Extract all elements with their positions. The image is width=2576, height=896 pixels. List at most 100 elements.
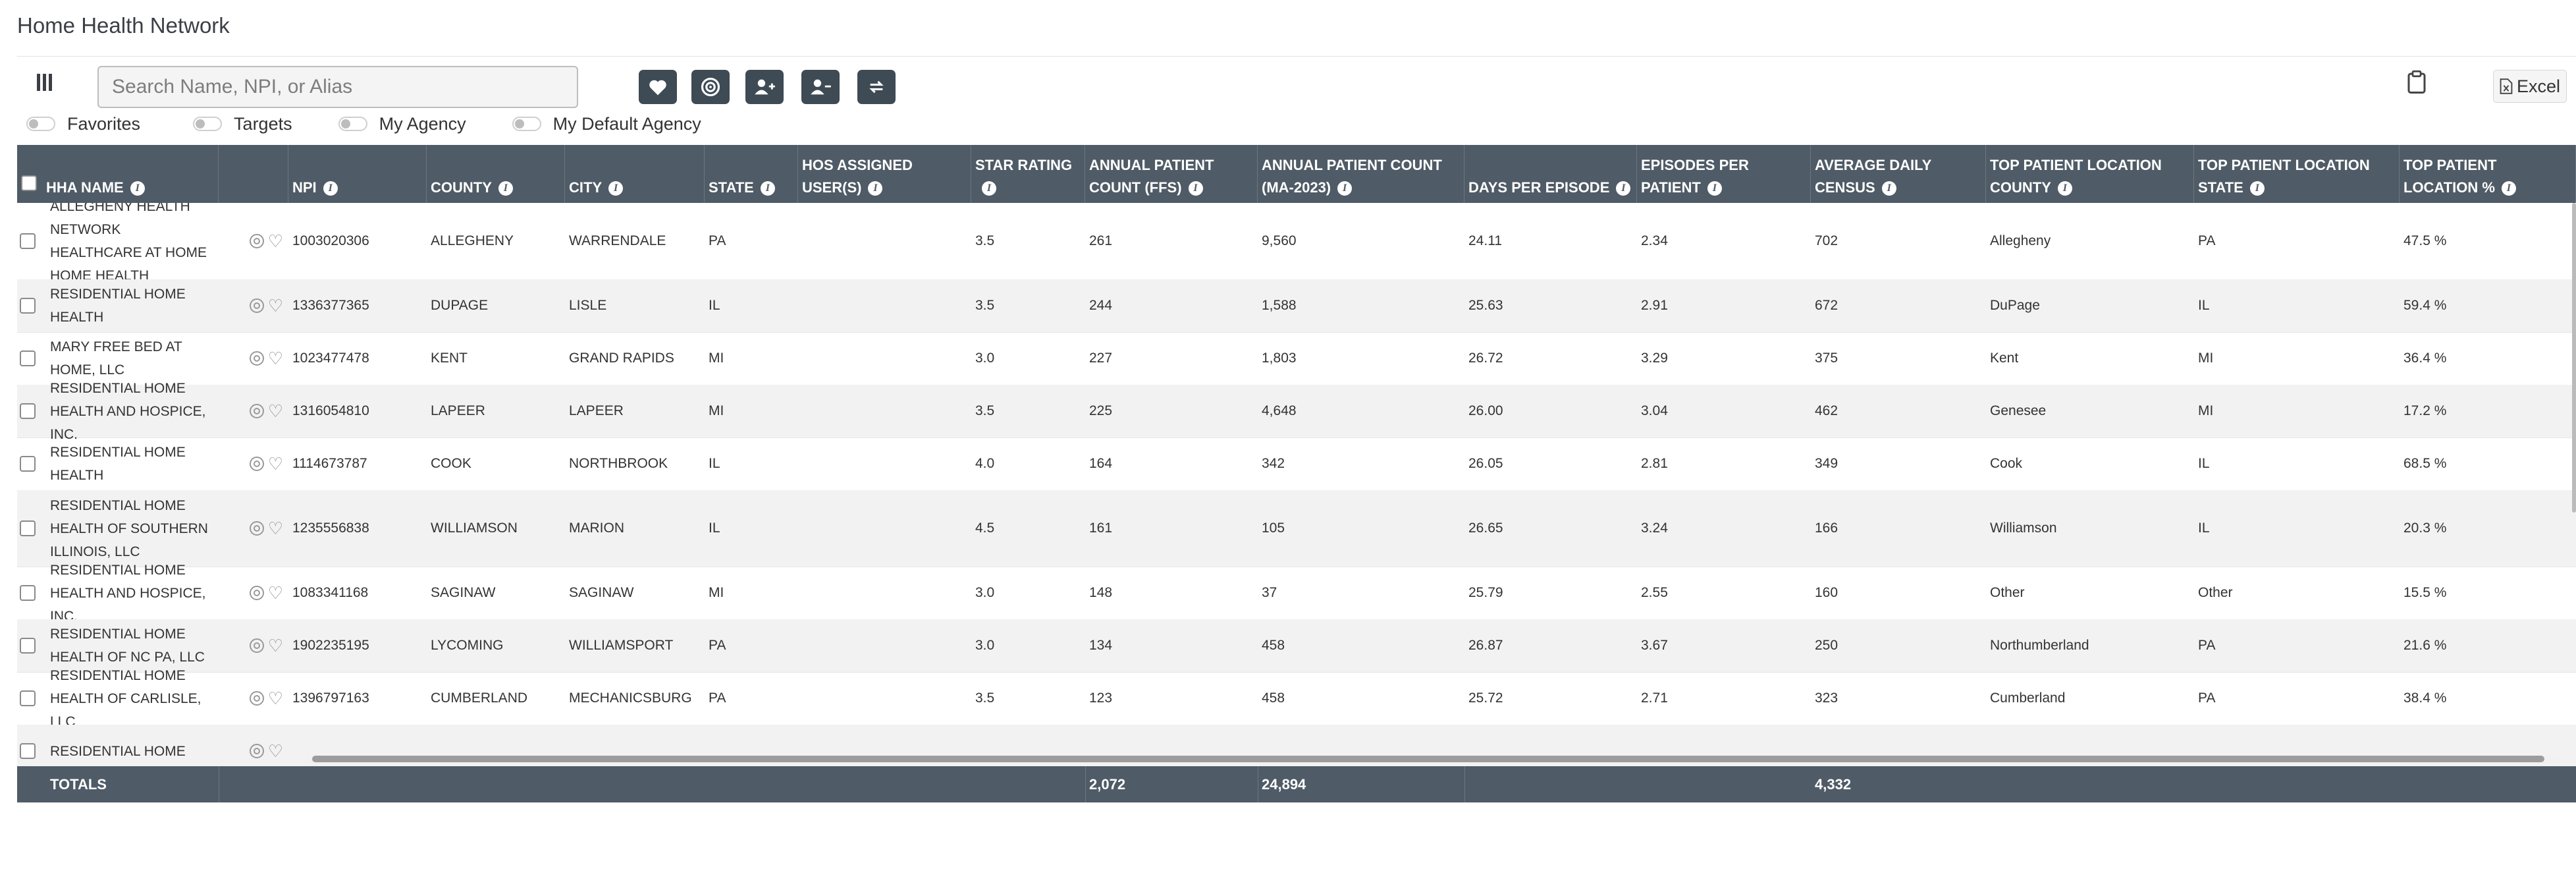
column-header[interactable]: DAYS PER EPISODE i [1464,145,1637,203]
table-row[interactable]: RESIDENTIAL HOME HEALTH ♡ 1336377365 DUPAGE… [17,279,2576,333]
add-user-button[interactable] [745,70,784,104]
cell-name[interactable]: RESIDENTIAL HOME HEALTH [46,279,215,332]
heart-icon[interactable]: ♡ [268,233,283,250]
excel-export-button[interactable]: Excel [2493,70,2567,103]
cell-name[interactable]: ALLEGHENY HEALTH NETWORK HEALTHCARE AT H… [46,203,215,283]
row-checkbox[interactable] [20,456,36,472]
row-checkbox[interactable] [20,690,36,706]
sync-button[interactable] [857,70,896,104]
info-icon[interactable]: i [1616,181,1631,196]
column-header[interactable]: TOP PATIENT LOCATION STATE i [2194,145,2400,203]
column-chooser-icon[interactable] [32,70,57,95]
row-checkbox[interactable] [20,638,36,654]
heart-icon[interactable]: ♡ [268,455,283,472]
target-icon[interactable] [249,404,264,418]
toggle-switch[interactable] [26,117,55,131]
column-header[interactable]: CITY i [565,145,705,203]
heart-icon[interactable]: ♡ [268,690,283,707]
heart-icon[interactable]: ♡ [268,403,283,420]
cell-name[interactable]: RESIDENTIAL HOME HEALTH [46,437,215,490]
cell-name[interactable]: RESIDENTIAL HOME HEALTH OF CARLISLE, LLC [46,668,215,729]
target-icon[interactable] [249,457,264,471]
column-header[interactable]: HOS ASSIGNED USER(S) i [798,145,971,203]
column-header[interactable]: TOP PATIENT LOCATION COUNTY i [1986,145,2194,203]
toggle-targets[interactable]: Targets [193,114,292,134]
column-header[interactable]: STATE i [705,145,798,203]
info-icon[interactable]: i [1881,181,1896,196]
column-header[interactable]: COUNTY i [427,145,565,203]
row-checkbox[interactable] [20,403,36,419]
column-header[interactable]: ANNUAL PATIENT COUNT (FFS) i [1085,145,1258,203]
info-icon[interactable]: i [2501,181,2516,196]
row-checkbox[interactable] [20,520,36,536]
toggle-favorites[interactable]: Favorites [26,114,140,134]
search-input[interactable] [97,66,578,108]
column-header[interactable]: EPISODES PER PATIENT i [1637,145,1811,203]
favorite-filter-button[interactable] [639,70,677,104]
toggle-switch[interactable] [193,117,223,131]
info-icon[interactable]: i [1337,181,1353,196]
table-row[interactable]: RESIDENTIAL HOME HEALTH AND HOSPICE, INC… [17,381,2576,442]
info-icon[interactable]: i [323,181,338,196]
info-icon[interactable]: i [1707,181,1722,196]
target-icon[interactable] [249,298,264,313]
info-icon[interactable]: i [498,181,513,196]
row-checkbox[interactable] [20,350,36,366]
heart-icon[interactable]: ♡ [268,520,283,537]
cell-hos [798,567,971,619]
target-icon[interactable] [249,638,264,653]
table-row[interactable]: RESIDENTIAL HOME HEALTH OF NC PA, LLC ♡ 19… [17,619,2576,673]
info-icon[interactable]: i [982,181,996,196]
row-checkbox[interactable] [20,743,36,759]
cell-name[interactable]: RESIDENTIAL HOME HEALTH AND HOSPICE, INC… [46,381,215,442]
info-icon[interactable]: i [760,181,775,196]
column-header[interactable] [219,145,288,203]
remove-user-button[interactable] [801,70,840,104]
row-checkbox[interactable] [20,585,36,601]
heart-icon[interactable]: ♡ [268,297,283,314]
info-icon[interactable]: i [2249,181,2265,196]
column-header[interactable]: AVERAGE DAILY CENSUS i [1811,145,1986,203]
heart-icon[interactable]: ♡ [268,637,283,654]
column-header[interactable]: NPI i [288,145,427,203]
add-user-icon [755,79,775,95]
target-icon[interactable] [249,521,264,536]
target-icon[interactable] [249,744,264,758]
info-icon[interactable]: i [608,181,624,196]
table-row[interactable]: ALLEGHENY HEALTH NETWORK HEALTHCARE AT H… [17,203,2576,283]
column-header[interactable]: HHA NAME i [17,145,219,203]
heart-icon[interactable]: ♡ [268,742,283,760]
clipboard-button[interactable] [2407,70,2430,96]
row-checkbox[interactable] [20,233,36,249]
column-header[interactable]: TOP PATIENT LOCATION % i [2400,145,2576,203]
heart-icon[interactable]: ♡ [268,350,283,367]
cell-name[interactable]: RESIDENTIAL HOME HEALTH OF SOUTHERN ILLI… [46,490,215,567]
scrollbar-thumb[interactable] [312,756,2544,762]
table-row[interactable]: RESIDENTIAL HOME HEALTH OF SOUTHERN ILLI… [17,490,2576,567]
target-icon[interactable] [249,351,264,366]
target-icon[interactable] [249,691,264,706]
vertical-scrollbar[interactable] [2572,203,2576,513]
toggle-my-default-agency[interactable]: My Default Agency [512,114,701,134]
table-row[interactable]: RESIDENTIAL HOME HEALTH ♡ 1114673787 COOK NO… [17,437,2576,491]
column-header[interactable]: ANNUAL PATIENT COUNT (MA-2023) i [1258,145,1464,203]
column-header[interactable]: STAR RATING i [971,145,1085,203]
toggle-switch[interactable] [338,117,367,131]
table-row[interactable]: RESIDENTIAL HOME HEALTH OF CARLISLE, LLC… [17,668,2576,729]
toggle-switch[interactable] [512,117,541,131]
info-icon[interactable]: i [2057,181,2072,196]
filter-toggles: Favorites Targets My Agency My Default A… [26,112,725,136]
target-filter-button[interactable] [691,70,730,104]
target-icon[interactable] [249,234,264,248]
row-checkbox[interactable] [20,298,36,314]
table-row[interactable]: MARY FREE BED AT HOME, LLC ♡ 1023477478 KEN… [17,332,2576,385]
info-icon[interactable]: i [1188,181,1203,196]
horizontal-scrollbar[interactable] [307,755,2559,763]
target-icon[interactable] [249,586,264,600]
heart-icon[interactable]: ♡ [268,584,283,602]
cell-name[interactable]: RESIDENTIAL HOME HEALTH AND HOSPICE, INC… [46,563,215,624]
toggle-my-agency[interactable]: My Agency [338,114,466,134]
table-row[interactable]: RESIDENTIAL HOME HEALTH AND HOSPICE, INC… [17,563,2576,624]
info-icon[interactable]: i [130,181,145,196]
info-icon[interactable]: i [868,181,883,196]
